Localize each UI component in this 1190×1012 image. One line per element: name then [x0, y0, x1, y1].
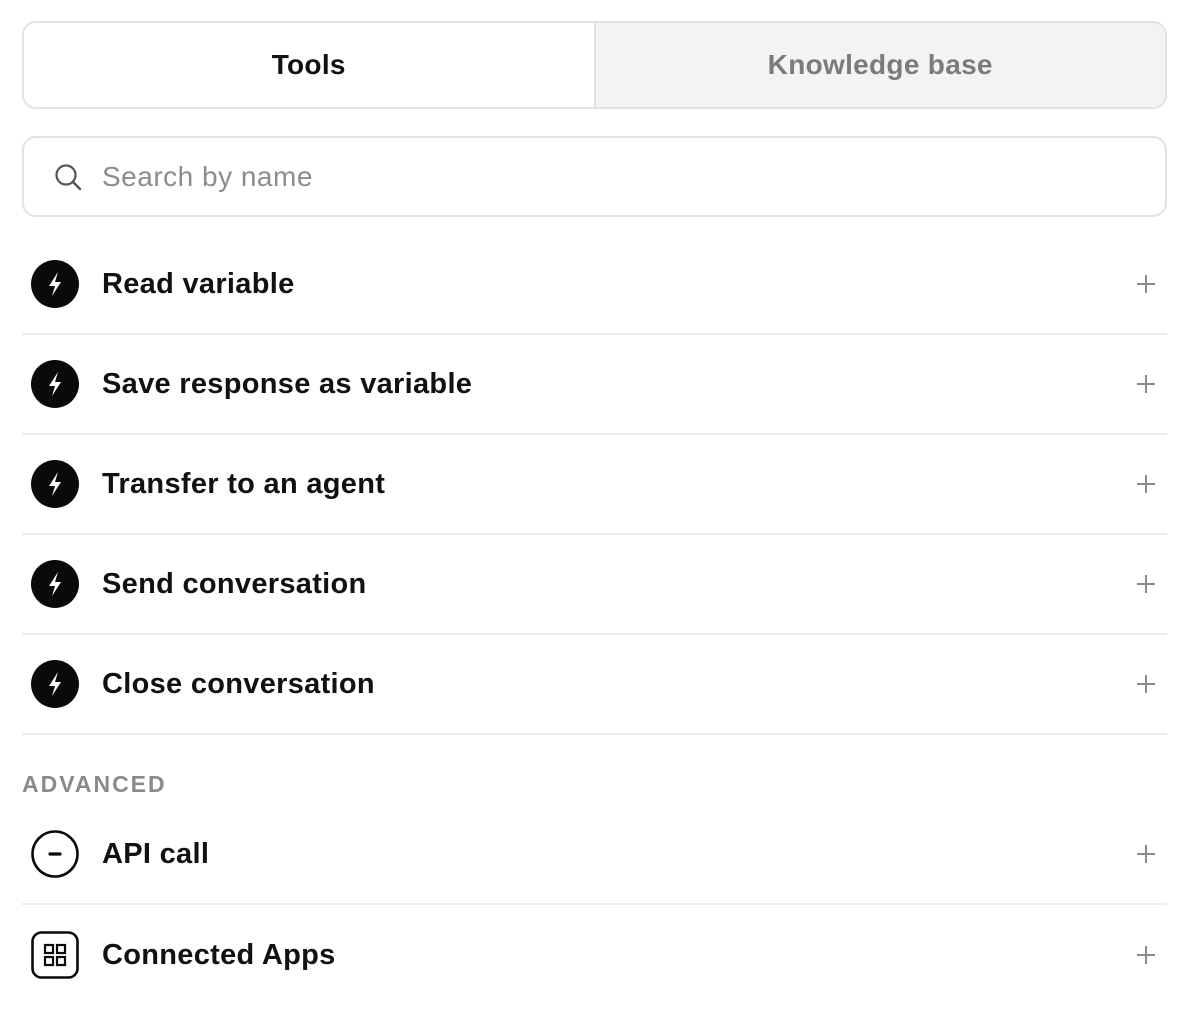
tools-panel: Tools Knowledge base Read variable	[22, 21, 1167, 1005]
tool-item-label: Transfer to an agent	[102, 467, 386, 500]
search-box	[22, 136, 1167, 217]
search-icon	[54, 163, 82, 191]
tool-item-read-variable[interactable]: Read variable	[22, 235, 1167, 335]
lightning-icon	[30, 659, 80, 709]
plus-icon[interactable]	[1135, 373, 1157, 395]
tool-item-api-call[interactable]: API call	[22, 805, 1167, 905]
search-input[interactable]	[102, 160, 1082, 193]
tool-item-label: Save response as variable	[102, 367, 473, 400]
apps-grid-icon	[30, 930, 80, 980]
lightning-icon	[30, 359, 80, 409]
lightning-icon	[30, 459, 80, 509]
tool-item-label: Send conversation	[102, 567, 367, 600]
advanced-list: API call Connected Apps	[22, 805, 1167, 1005]
tool-item-label: Read variable	[102, 267, 295, 300]
tool-item-send-conversation[interactable]: Send conversation	[22, 535, 1167, 635]
tool-item-save-response-as-variable[interactable]: Save response as variable	[22, 335, 1167, 435]
section-heading-advanced: ADVANCED	[22, 771, 167, 797]
plus-icon[interactable]	[1135, 843, 1157, 865]
tab-tools[interactable]: Tools	[24, 23, 594, 107]
lightning-icon	[30, 259, 80, 309]
tool-item-label: Connected Apps	[102, 938, 336, 971]
api-icon	[30, 829, 80, 879]
tool-item-connected-apps[interactable]: Connected Apps	[22, 905, 1167, 1005]
tool-item-label: Close conversation	[102, 667, 375, 700]
tool-item-close-conversation[interactable]: Close conversation	[22, 635, 1167, 735]
tools-list: Read variable Save response as variable	[22, 235, 1167, 735]
tab-knowledge-base[interactable]: Knowledge base	[593, 23, 1165, 107]
tool-item-transfer-to-an-agent[interactable]: Transfer to an agent	[22, 435, 1167, 535]
plus-icon[interactable]	[1135, 673, 1157, 695]
lightning-icon	[30, 559, 80, 609]
plus-icon[interactable]	[1135, 473, 1157, 495]
tab-bar: Tools Knowledge base	[22, 21, 1167, 109]
plus-icon[interactable]	[1135, 944, 1157, 966]
plus-icon[interactable]	[1135, 573, 1157, 595]
plus-icon[interactable]	[1135, 273, 1157, 295]
tool-item-label: API call	[102, 837, 210, 870]
